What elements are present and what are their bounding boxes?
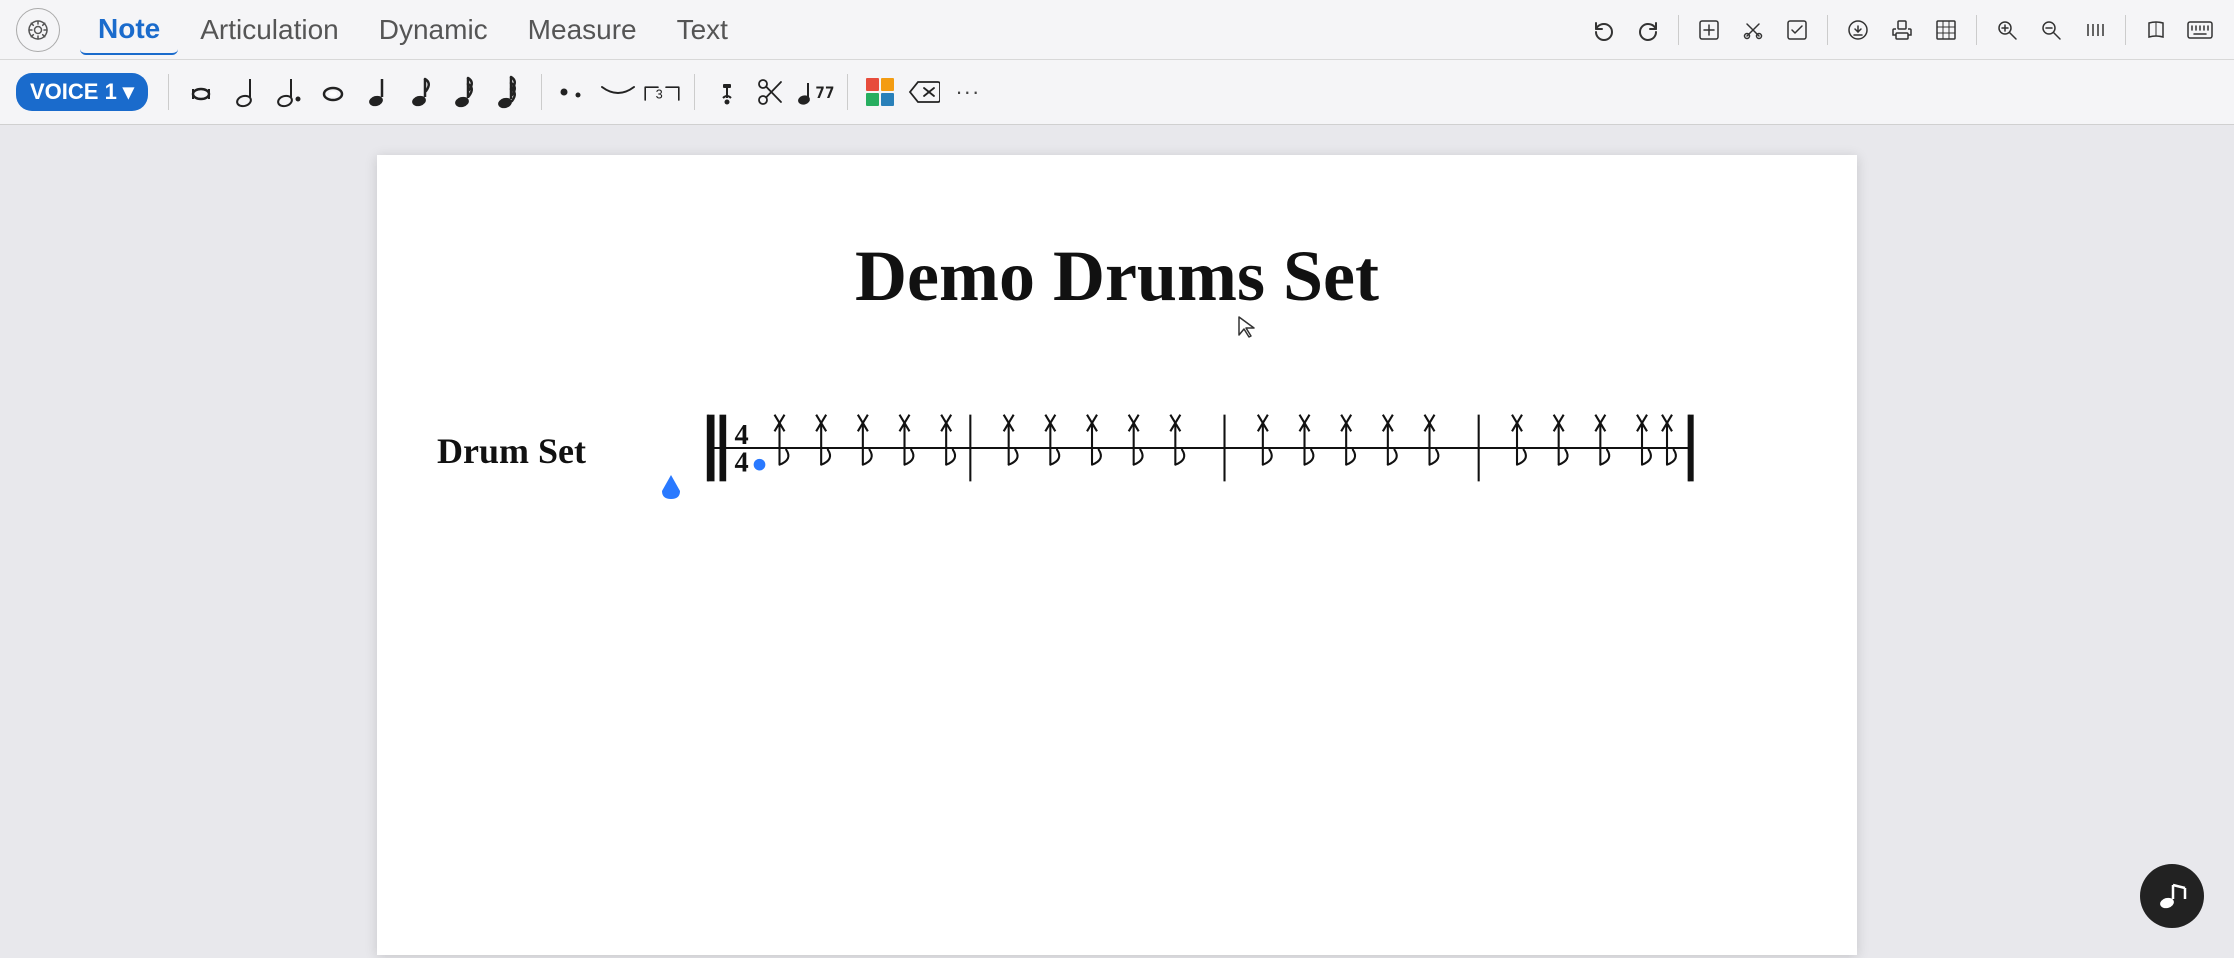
- note-toolbar: VOICE 1 ▾: [0, 60, 2234, 124]
- zoom-in-button[interactable]: [1989, 12, 2025, 48]
- scissors-button[interactable]: [751, 72, 791, 112]
- table-button[interactable]: [1928, 12, 1964, 48]
- staff-row: Drum Set 4 4: [437, 398, 1797, 503]
- download-button[interactable]: [1840, 12, 1876, 48]
- tempo-button[interactable]: 77: [795, 72, 835, 112]
- score-title: Demo Drums Set: [437, 235, 1797, 318]
- eighth-note-button[interactable]: [401, 72, 441, 112]
- tab-articulation[interactable]: Articulation: [182, 6, 357, 54]
- tab-note[interactable]: Note: [80, 5, 178, 55]
- tab-measure[interactable]: Measure: [510, 6, 655, 54]
- chevron-down-icon: ▾: [123, 79, 134, 105]
- slur-button[interactable]: [598, 72, 638, 112]
- rest-button[interactable]: [707, 72, 747, 112]
- score-page: Demo Drums Set Drum Set 4 4: [377, 155, 1857, 955]
- separator-1: [1678, 15, 1679, 45]
- add-button[interactable]: [1691, 12, 1727, 48]
- main-content: Demo Drums Set Drum Set 4 4: [0, 125, 2234, 958]
- color-button[interactable]: [860, 72, 900, 112]
- redo-button[interactable]: [1630, 12, 1666, 48]
- sixteenth-note-button[interactable]: [445, 72, 485, 112]
- tab-dynamic[interactable]: Dynamic: [361, 6, 506, 54]
- tab-bar: Note Articulation Dynamic Measure Text: [0, 0, 2234, 60]
- cut-button[interactable]: [1735, 12, 1771, 48]
- note-separator-1: [168, 74, 169, 110]
- music-player-button[interactable]: [2140, 864, 2204, 928]
- zoom-out-button[interactable]: [2033, 12, 2069, 48]
- more-options-button[interactable]: ···: [948, 72, 988, 112]
- dotted-half-note-button[interactable]: [269, 72, 309, 112]
- settings-icon[interactable]: [16, 8, 60, 52]
- half-note-button[interactable]: [225, 72, 265, 112]
- whole-note-button[interactable]: [313, 72, 353, 112]
- bars-button[interactable]: [2077, 12, 2113, 48]
- quarter-note-button[interactable]: [357, 72, 397, 112]
- staff-container: 4 4: [602, 398, 1797, 503]
- score-view-button[interactable]: [2138, 12, 2174, 48]
- separator-2: [1827, 15, 1828, 45]
- svg-text:4: 4: [734, 447, 748, 478]
- voice-button[interactable]: VOICE 1 ▾: [16, 73, 148, 111]
- delete-button[interactable]: [904, 72, 944, 112]
- double-whole-note-button[interactable]: [181, 72, 221, 112]
- toolbar-right: [1586, 12, 2218, 48]
- thirty-second-note-button[interactable]: [489, 72, 529, 112]
- svg-text:3: 3: [655, 86, 662, 101]
- print-button[interactable]: [1884, 12, 1920, 48]
- note-cursor-indicator: [660, 473, 682, 508]
- tab-text[interactable]: Text: [659, 6, 746, 54]
- note-separator-2: [541, 74, 542, 110]
- separator-3: [1976, 15, 1977, 45]
- undo-button[interactable]: [1586, 12, 1622, 48]
- tuplet-button[interactable]: 3: [642, 72, 682, 112]
- svg-text:4: 4: [734, 420, 748, 451]
- check-button[interactable]: [1779, 12, 1815, 48]
- staff-svg: 4 4: [602, 398, 1797, 498]
- note-separator-3: [694, 74, 695, 110]
- separator-4: [2125, 15, 2126, 45]
- note-separator-4: [847, 74, 848, 110]
- dot-button[interactable]: [554, 72, 594, 112]
- instrument-label: Drum Set: [437, 430, 586, 472]
- keyboard-button[interactable]: [2182, 12, 2218, 48]
